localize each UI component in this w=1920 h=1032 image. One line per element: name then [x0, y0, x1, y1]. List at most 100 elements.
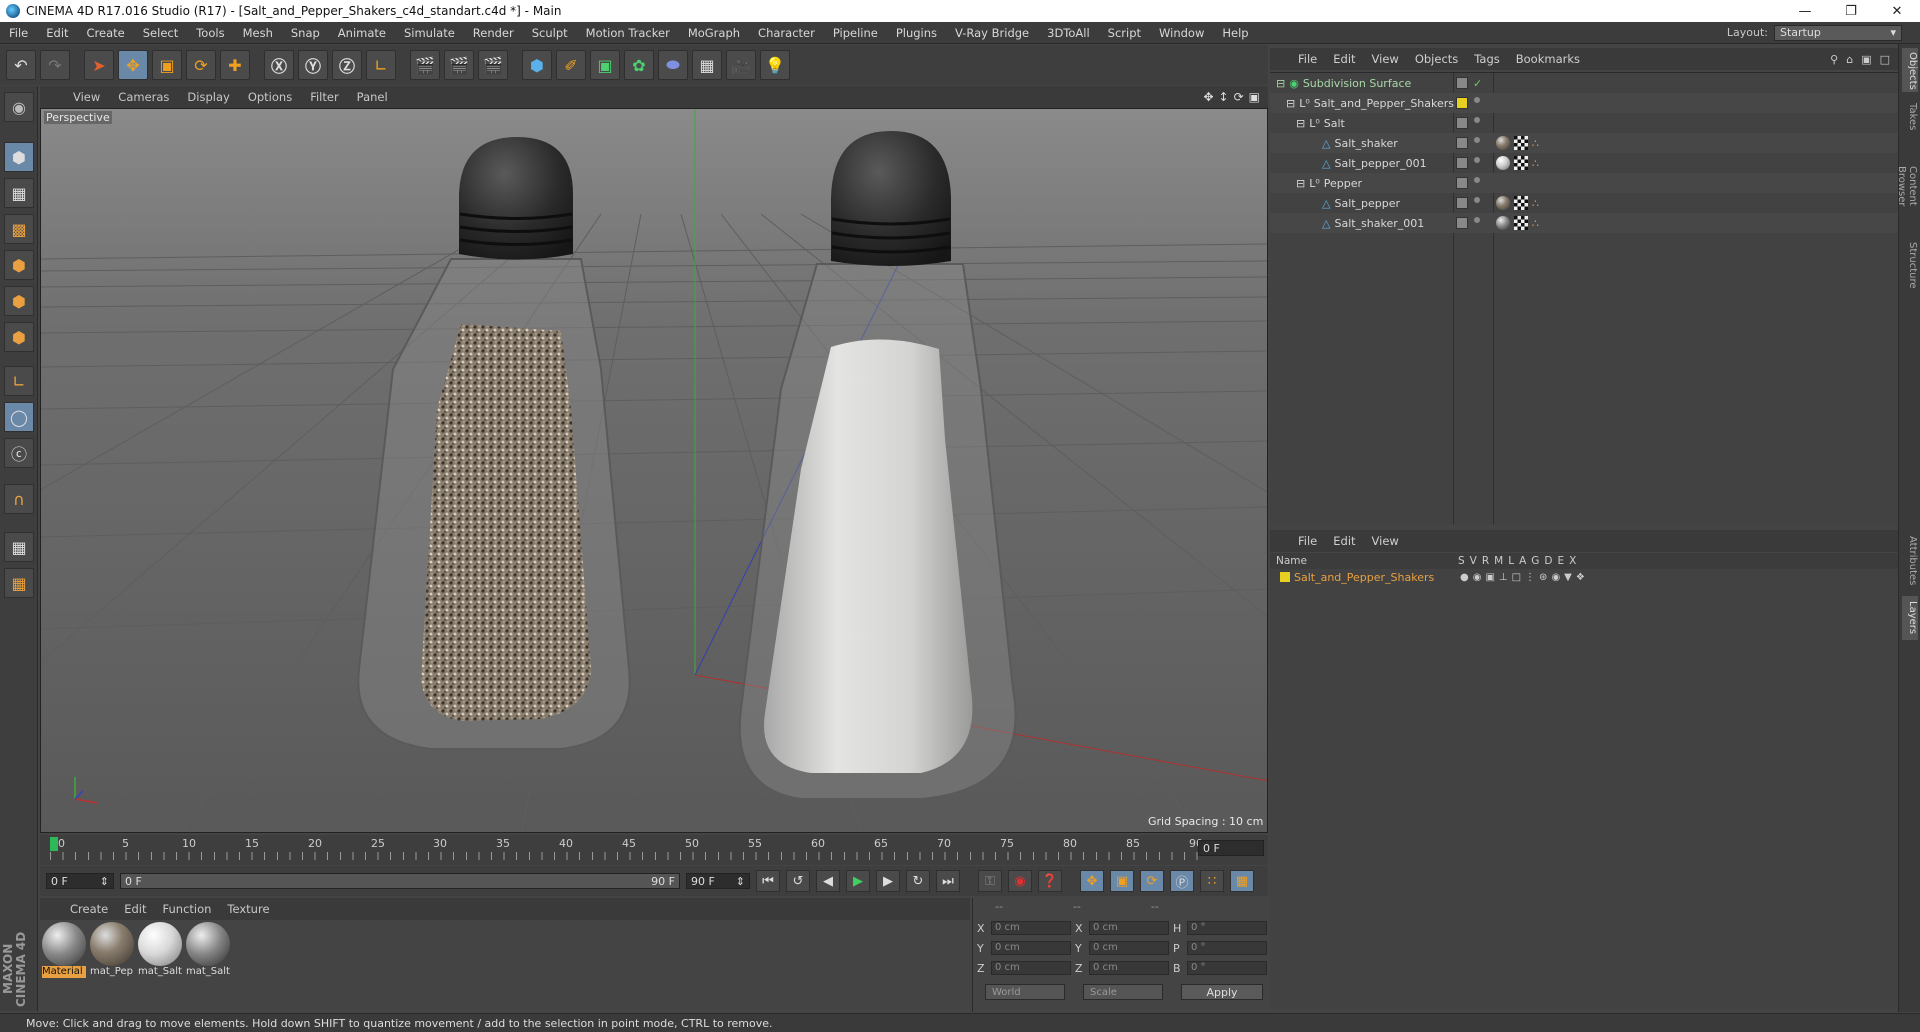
- move-tool-button[interactable]: ✥: [118, 50, 148, 80]
- key-scale-button[interactable]: ▣: [1110, 870, 1134, 892]
- menu-mesh[interactable]: Mesh: [234, 26, 282, 40]
- material-tag-icon[interactable]: [1496, 156, 1510, 170]
- array-button[interactable]: ✿: [624, 50, 654, 80]
- material-swatch[interactable]: mat_Salt: [138, 922, 182, 980]
- collapse-icon[interactable]: ⊟: [1276, 77, 1285, 90]
- object-row[interactable]: ⊟ L⁰ Salt: [1270, 113, 1898, 133]
- previous-frame-button[interactable]: ◀: [816, 870, 840, 892]
- frame-range-slider[interactable]: 0 F 90 F: [120, 873, 680, 889]
- material-menu-edit[interactable]: Edit: [116, 902, 154, 916]
- object-row[interactable]: △ Salt_pepper ∴: [1270, 193, 1898, 213]
- tab-content-browser[interactable]: Content Browser: [1896, 142, 1918, 230]
- uvw-tag-icon[interactable]: [1514, 156, 1528, 170]
- layout-dropdown[interactable]: Startup ▾: [1774, 24, 1902, 41]
- size-z-field[interactable]: 0 cm: [1089, 961, 1169, 975]
- tab-structure[interactable]: Structure: [1902, 236, 1918, 294]
- perspective-viewport[interactable]: [40, 108, 1268, 833]
- viewport-menu-display[interactable]: Display: [178, 90, 238, 104]
- minimize-icon[interactable]: —: [1782, 4, 1828, 19]
- object-row[interactable]: △ Salt_shaker ∴: [1270, 133, 1898, 153]
- layer-menu-view[interactable]: View: [1364, 534, 1407, 548]
- next-key-button[interactable]: ↻: [906, 870, 930, 892]
- polygons-mode-button[interactable]: ⬢: [4, 322, 34, 352]
- menu-render[interactable]: Render: [464, 26, 523, 40]
- menu-plugins[interactable]: Plugins: [887, 26, 946, 40]
- viewport-menu-options[interactable]: Options: [239, 90, 301, 104]
- menu-edit[interactable]: Edit: [37, 26, 77, 40]
- visibility-toggle[interactable]: [1456, 157, 1468, 169]
- uvw-tag-icon[interactable]: [1514, 216, 1528, 230]
- menu-create[interactable]: Create: [78, 26, 134, 40]
- go-to-start-button[interactable]: ⏮: [756, 870, 780, 892]
- recent-tool-button[interactable]: ✚: [220, 50, 250, 80]
- collapse-icon[interactable]: ⊟: [1286, 97, 1295, 110]
- menu-snap[interactable]: Snap: [282, 26, 329, 40]
- maximize-view-icon[interactable]: ▣: [1249, 90, 1260, 104]
- position-y-field[interactable]: 0 cm: [991, 941, 1071, 955]
- size-y-field[interactable]: 0 cm: [1089, 941, 1169, 955]
- material-menu-function[interactable]: Function: [155, 902, 220, 916]
- pan-view-icon[interactable]: ✥: [1203, 90, 1213, 104]
- previous-key-button[interactable]: ↺: [786, 870, 810, 892]
- model-mode-button[interactable]: ⬢: [4, 142, 34, 172]
- tweak-mode-button[interactable]: ◯: [4, 402, 34, 432]
- rotation-b-field[interactable]: 0 °: [1187, 961, 1267, 975]
- render-view-button[interactable]: 🎬: [410, 50, 440, 80]
- z-axis-lock-button[interactable]: Ⓩ: [332, 50, 362, 80]
- object-row[interactable]: △ Salt_pepper_001 ∴: [1270, 153, 1898, 173]
- new-view-icon[interactable]: ▣: [1861, 53, 1871, 66]
- live-selection-button[interactable]: ➤: [84, 50, 114, 80]
- material-tag-icon[interactable]: [1496, 136, 1510, 150]
- end-frame-field[interactable]: 90 F ⇕: [686, 873, 750, 889]
- menu-mograph[interactable]: MoGraph: [679, 26, 749, 40]
- tab-layers[interactable]: Layers: [1902, 596, 1918, 640]
- points-mode-button[interactable]: ⬢: [4, 250, 34, 280]
- coordinate-system-button[interactable]: ∟: [366, 50, 396, 80]
- material-swatch[interactable]: mat_Pep: [90, 922, 134, 980]
- timeline-ruler[interactable]: 0 5 10 15 20 25 30 35 40 45 50 55 60 65 …: [40, 835, 1268, 865]
- collapse-icon[interactable]: ⊟: [1296, 177, 1305, 190]
- rotation-h-field[interactable]: 0 °: [1187, 921, 1267, 935]
- render-settings-button[interactable]: 🎬: [478, 50, 508, 80]
- key-position-button[interactable]: ✥: [1080, 870, 1104, 892]
- menu-select[interactable]: Select: [134, 26, 187, 40]
- phong-tag-icon[interactable]: ∴: [1532, 157, 1539, 170]
- viewport-menu-view[interactable]: View: [64, 90, 109, 104]
- layer-row[interactable]: Salt_and_Pepper_Shakers ●◉▣⊥□⋮⊛◉▼❖: [1270, 569, 1898, 585]
- scale-tool-button[interactable]: ▣: [152, 50, 182, 80]
- rotate-tool-button[interactable]: ⟳: [186, 50, 216, 80]
- size-mode-dropdown[interactable]: Scale: [1083, 984, 1163, 1000]
- visibility-toggle[interactable]: [1456, 197, 1468, 209]
- make-editable-button[interactable]: ◉: [4, 92, 34, 122]
- dolly-view-icon[interactable]: ↕: [1219, 90, 1229, 104]
- visibility-toggle[interactable]: [1456, 77, 1468, 89]
- menu-simulate[interactable]: Simulate: [395, 26, 464, 40]
- phong-tag-icon[interactable]: ∴: [1532, 137, 1539, 150]
- collapse-icon[interactable]: ⊟: [1296, 117, 1305, 130]
- object-row[interactable]: ⊟ L⁰ Pepper: [1270, 173, 1898, 193]
- layer-menu-edit[interactable]: Edit: [1325, 534, 1363, 548]
- menu-file[interactable]: File: [0, 26, 37, 40]
- workplane-mode-button[interactable]: ▩: [4, 214, 34, 244]
- cube-object-button[interactable]: ⬢: [522, 50, 552, 80]
- check-icon[interactable]: ✓: [1473, 77, 1482, 90]
- material-swatch[interactable]: mat_Salt: [186, 922, 230, 980]
- material-menu-texture[interactable]: Texture: [219, 902, 277, 916]
- y-axis-lock-button[interactable]: Ⓨ: [298, 50, 328, 80]
- menu-help[interactable]: Help: [1213, 26, 1257, 40]
- solo-mode-button[interactable]: ⓒ: [4, 438, 34, 468]
- phong-tag-icon[interactable]: ∴: [1532, 197, 1539, 210]
- menu-script[interactable]: Script: [1099, 26, 1150, 40]
- maximize-icon[interactable]: ❐: [1828, 4, 1874, 19]
- object-menu-view[interactable]: View: [1364, 52, 1407, 66]
- menu-motion-tracker[interactable]: Motion Tracker: [577, 26, 679, 40]
- menu-vray-bridge[interactable]: V-Ray Bridge: [946, 26, 1038, 40]
- rotation-p-field[interactable]: 0 °: [1187, 941, 1267, 955]
- next-frame-button[interactable]: ▶: [876, 870, 900, 892]
- light-button[interactable]: 💡: [760, 50, 790, 80]
- playhead-marker[interactable]: [50, 837, 58, 851]
- autokey-button[interactable]: ❓: [1038, 870, 1062, 892]
- object-menu-file[interactable]: File: [1290, 52, 1325, 66]
- material-tag-icon[interactable]: [1496, 216, 1510, 230]
- material-swatch[interactable]: Material: [42, 922, 86, 980]
